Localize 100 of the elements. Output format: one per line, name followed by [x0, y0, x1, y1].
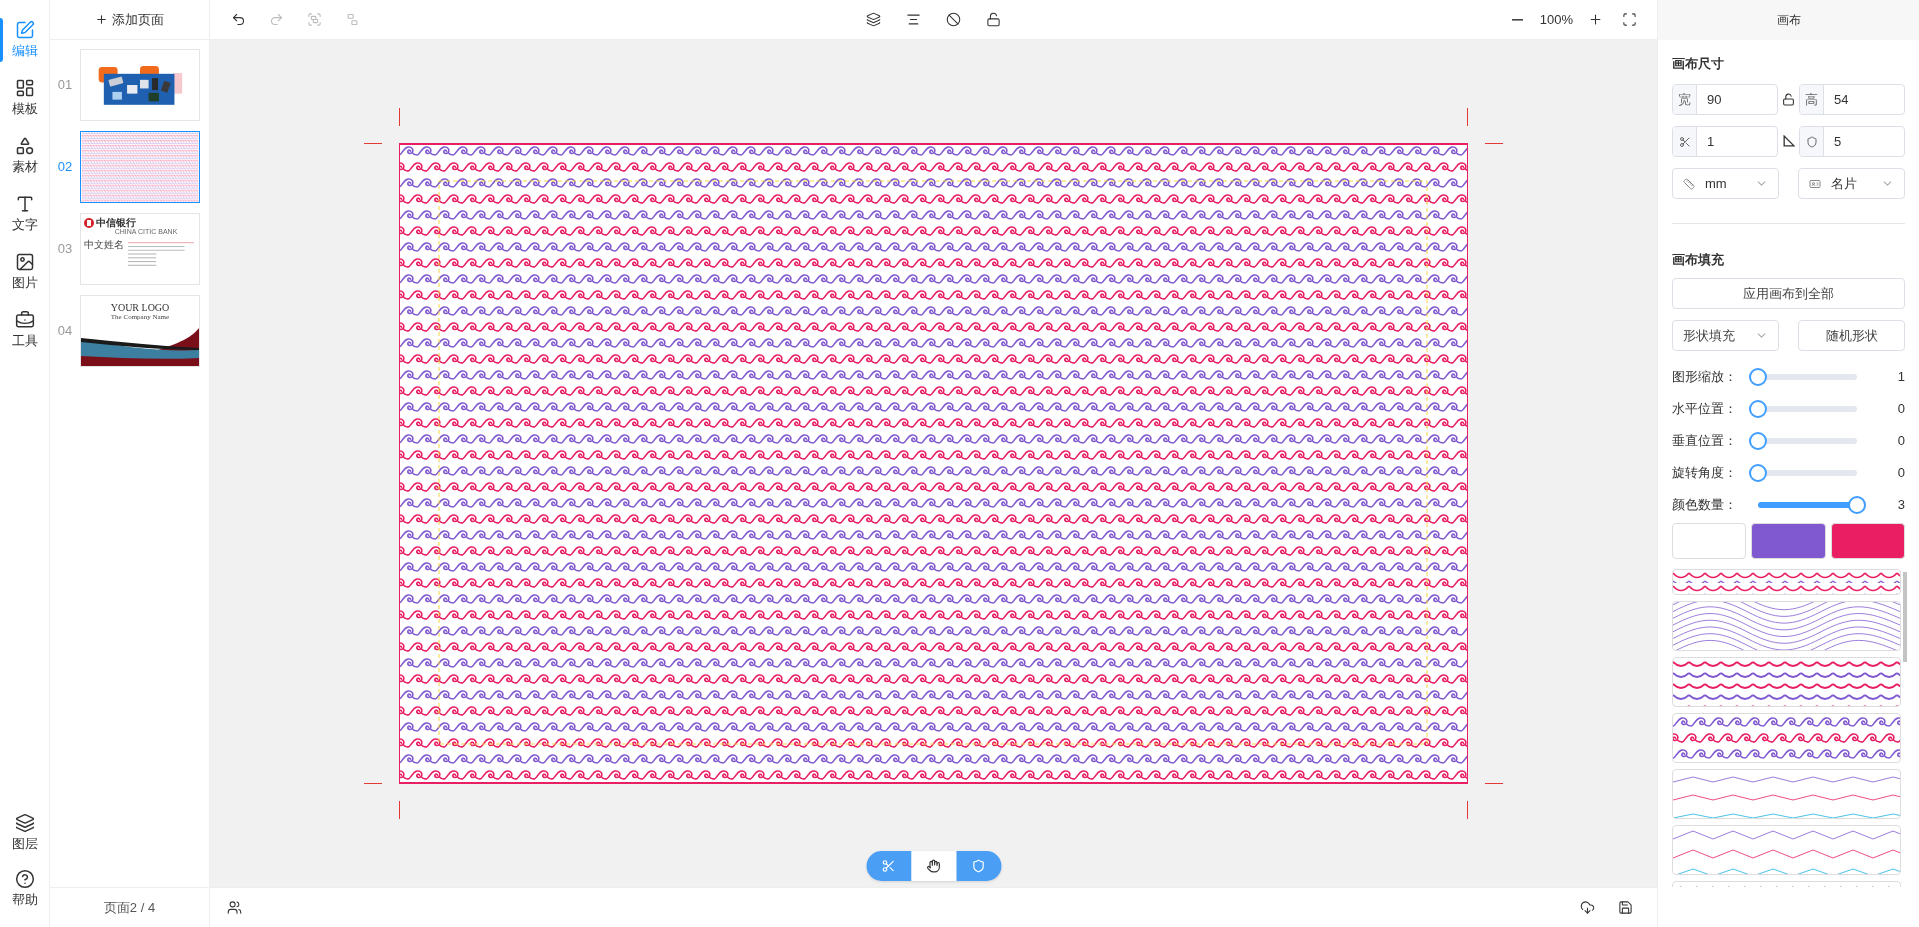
group-icon	[306, 12, 322, 27]
crop-mark	[1467, 108, 1468, 126]
safe-margin-input[interactable]: 5	[1824, 131, 1904, 152]
slider-value: 1	[1896, 368, 1905, 387]
page-number: 02	[56, 158, 74, 177]
undo-icon	[230, 12, 246, 27]
slider-label: 水平位置：	[1672, 400, 1738, 419]
pattern-swatch[interactable]	[1672, 601, 1901, 651]
save-icon	[1617, 900, 1633, 915]
name-placeholder: 中文姓名	[84, 239, 124, 252]
cloud-download-icon	[1579, 900, 1595, 915]
shapes-icon	[14, 136, 35, 156]
slider-label: 垂直位置：	[1672, 432, 1738, 451]
slider-value: 3	[1896, 496, 1905, 515]
nav-item[interactable]: 帮助	[0, 863, 49, 915]
height-input[interactable]: 54	[1824, 89, 1904, 110]
crop-mark	[1485, 143, 1503, 144]
add-page-button[interactable]: 添加页面	[95, 9, 164, 30]
pattern-swatch[interactable]	[1672, 713, 1901, 763]
page-number: 04	[56, 322, 74, 341]
toolbox-icon	[14, 310, 35, 330]
slider-label: 旋转角度：	[1672, 464, 1738, 483]
page-thumbnail[interactable]	[80, 131, 200, 203]
layers-icon	[866, 12, 881, 27]
ruler-icon	[1683, 177, 1695, 190]
color-swatch[interactable]	[1672, 523, 1747, 559]
mode-button[interactable]	[911, 851, 956, 881]
apply-all-button[interactable]: 应用画布到全部	[1672, 278, 1905, 309]
panel-title: 画布	[1776, 12, 1801, 29]
pattern-swatch[interactable]	[1672, 769, 1901, 819]
pattern-swatch[interactable]	[1672, 657, 1901, 707]
align-icon	[906, 12, 921, 27]
fullscreen-icon	[1621, 12, 1637, 27]
fill-type-select[interactable]: 形状填充	[1672, 320, 1779, 351]
crop-mark	[364, 783, 382, 784]
unit-select[interactable]: mm	[1672, 168, 1779, 199]
slider-label: 图形缩放：	[1672, 368, 1738, 387]
field-prefix: 高	[1800, 85, 1824, 114]
random-shape-button[interactable]: 随机形状	[1798, 320, 1905, 351]
nav-item[interactable]: 模板	[0, 72, 49, 124]
color-swatch[interactable]	[1830, 523, 1905, 559]
field-prefix: 宽	[1673, 85, 1697, 114]
shield-icon	[971, 859, 986, 873]
slider-handle[interactable]	[1749, 368, 1767, 386]
page-number: 03	[56, 240, 74, 259]
pattern-swatch[interactable]	[1672, 569, 1901, 595]
layers-icon	[14, 813, 35, 833]
scissors-icon	[1678, 135, 1691, 148]
crop-mark	[399, 108, 400, 126]
height-field[interactable]: 高 54	[1799, 84, 1905, 115]
nav-item[interactable]: 图片	[0, 246, 49, 298]
width-input[interactable]: 90	[1697, 89, 1777, 110]
zoom-out-icon	[1512, 18, 1524, 21]
crop-mark	[1485, 783, 1503, 784]
slider-handle[interactable]	[1749, 400, 1767, 418]
nav-item[interactable]: 工具	[0, 304, 49, 356]
crop-mark	[364, 143, 382, 144]
page-number: 01	[56, 76, 74, 95]
zoom-level: 100%	[1539, 10, 1573, 29]
unlock-icon	[986, 12, 1001, 27]
users-icon	[226, 900, 242, 915]
scrollbar-thumb[interactable]	[1903, 572, 1907, 662]
angle-icon	[1782, 135, 1795, 148]
width-field[interactable]: 宽 90	[1672, 84, 1778, 115]
slider-label: 颜色数量：	[1672, 496, 1738, 515]
image-icon	[14, 252, 35, 272]
help-icon	[14, 869, 35, 889]
ungroup-icon	[344, 12, 360, 27]
logo-icon	[84, 217, 94, 228]
card-icon	[1809, 177, 1821, 190]
pen-square-icon	[14, 20, 35, 40]
slider-handle[interactable]	[1848, 496, 1866, 514]
pattern-swatch[interactable]	[1672, 825, 1901, 875]
nav-item[interactable]: 素材	[0, 130, 49, 182]
logo-text: YOUR LOGO	[110, 302, 170, 313]
circle-slash-icon	[946, 12, 961, 27]
crop-mark	[399, 801, 400, 819]
section-heading: 画布填充	[1672, 251, 1725, 269]
bleed-field[interactable]: 1	[1672, 126, 1778, 157]
section-heading: 画布尺寸	[1672, 55, 1725, 73]
hand-icon	[926, 859, 941, 873]
page-counter: 页面2 / 4	[103, 898, 156, 917]
layout-icon	[14, 78, 35, 98]
nav-item[interactable]: 文字	[0, 188, 49, 240]
color-swatch[interactable]	[1751, 523, 1826, 559]
text-lines-drawing	[128, 239, 194, 269]
slider-value: 0	[1896, 432, 1905, 451]
slider-value: 0	[1896, 400, 1905, 419]
bleed-input[interactable]: 1	[1697, 131, 1777, 152]
slider-value: 0	[1896, 464, 1905, 483]
unlock-icon[interactable]	[1782, 93, 1795, 106]
safe-margin-field[interactable]: 5	[1799, 126, 1905, 157]
plus-icon	[95, 13, 108, 26]
scissors-icon	[881, 859, 896, 873]
slider-handle[interactable]	[1749, 464, 1767, 482]
slider-handle[interactable]	[1749, 432, 1767, 450]
nav-item[interactable]: 图层	[0, 807, 49, 859]
preset-select[interactable]: 名片	[1798, 168, 1905, 199]
crop-mark	[1467, 801, 1468, 819]
redo-icon	[268, 12, 284, 27]
